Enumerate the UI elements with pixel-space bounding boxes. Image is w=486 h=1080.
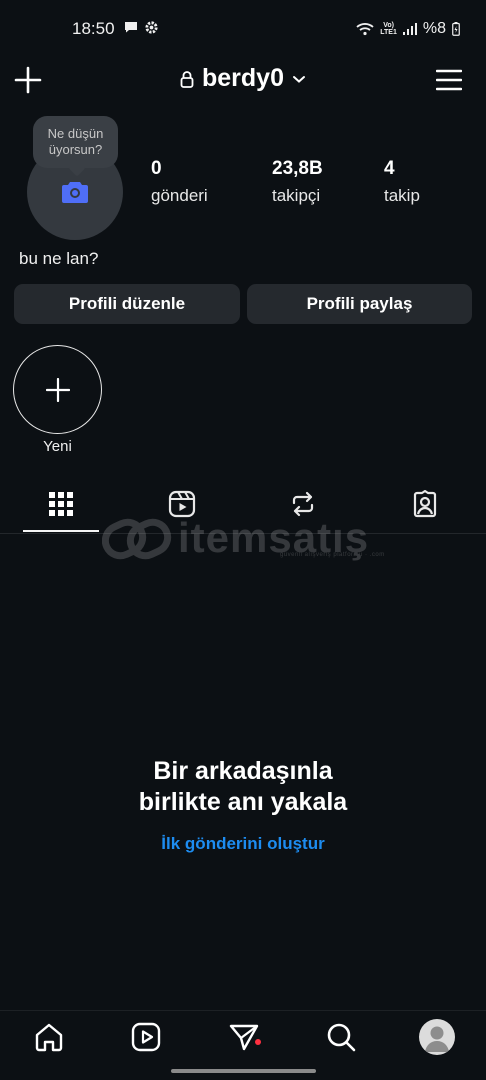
profile-nav-avatar[interactable] [419, 1019, 455, 1055]
menu-icon[interactable] [436, 68, 462, 92]
grid-icon [49, 492, 73, 516]
stat-following-value: 4 [384, 158, 395, 179]
status-bar: 18:50 Vo) LTE1 %8 [0, 0, 486, 58]
tagged-icon [413, 490, 437, 518]
new-highlight-button[interactable] [13, 345, 102, 434]
stat-followers-label: takipçi [272, 186, 321, 205]
stat-posts-label: gönderi [151, 186, 208, 205]
empty-state-title-line1: Bir arkadaşınla [153, 757, 333, 785]
empty-state-title: Bir arkadaşınla birlikte anı yakala [0, 756, 486, 818]
wifi-icon [356, 23, 374, 36]
battery-percent: %8 [422, 20, 446, 37]
stat-following-label: takip [384, 186, 420, 205]
active-tab-indicator [23, 530, 99, 532]
plus-icon [46, 378, 70, 402]
stat-following[interactable]: 4 takip [384, 158, 420, 206]
account-switcher[interactable]: berdy0 [0, 64, 486, 93]
watermark-subtext: güvenli alışveriş platformu · .com [280, 552, 385, 558]
volte-indicator: Vo) LTE1 [380, 22, 397, 36]
settings-notification-icon [145, 21, 158, 34]
profile-bio: bu ne lan? [19, 249, 99, 268]
tab-grid[interactable] [23, 482, 99, 534]
direct-message-icon[interactable] [228, 1021, 260, 1053]
stat-followers-value: 23,8B [272, 158, 323, 179]
signal-icon [402, 23, 417, 35]
chevron-down-icon [292, 75, 305, 83]
battery-icon [452, 22, 460, 36]
direct-notification-dot [255, 1039, 261, 1045]
share-profile-button[interactable]: Profili paylaş [247, 284, 472, 324]
profile-header: berdy0 [0, 58, 486, 102]
stat-followers[interactable]: 23,8B takipçi [272, 158, 323, 206]
stat-posts-value: 0 [151, 158, 162, 179]
default-avatar-icon [425, 1026, 449, 1052]
home-icon[interactable] [33, 1021, 65, 1053]
note-bubble-text: Ne düşün üyorsun? [47, 126, 104, 157]
search-icon[interactable] [325, 1021, 357, 1053]
edit-profile-button[interactable]: Profili düzenle [14, 284, 240, 324]
stat-posts[interactable]: 0 gönderi [151, 158, 208, 206]
watermark-logo [101, 518, 172, 560]
note-bubble[interactable]: Ne düşün üyorsun? [33, 116, 118, 177]
create-first-post-link[interactable]: İlk gönderini oluştur [0, 834, 486, 854]
new-highlight-label: Yeni [43, 438, 72, 455]
lock-icon [180, 70, 194, 88]
message-notification-icon [125, 22, 137, 33]
status-time: 18:50 [72, 19, 115, 38]
username: berdy0 [202, 64, 284, 92]
tab-tagged[interactable] [387, 482, 463, 534]
watermark: itemsatış güvenli alışveriş platformu · … [101, 514, 392, 564]
camera-icon [62, 182, 88, 203]
reels-nav-icon[interactable] [130, 1021, 162, 1053]
empty-state-title-line2: birlikte anı yakala [138, 788, 348, 816]
home-indicator[interactable] [171, 1069, 316, 1073]
status-indicators: Vo) LTE1 %8 [356, 20, 460, 38]
